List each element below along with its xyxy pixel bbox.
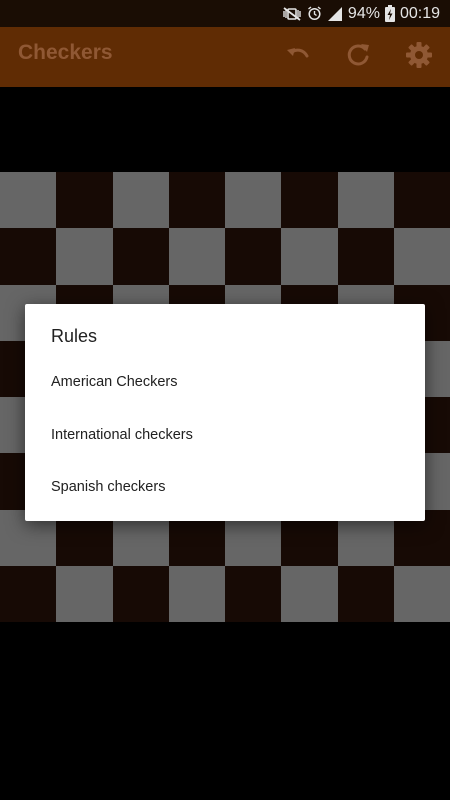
option-international-checkers[interactable]: International checkers xyxy=(25,409,425,461)
option-american-checkers[interactable]: American Checkers xyxy=(25,356,425,408)
dialog-title: Rules xyxy=(51,326,98,346)
rules-dialog: Rules American Checkers International ch… xyxy=(25,304,425,521)
option-spanish-checkers[interactable]: Spanish checkers xyxy=(25,461,425,513)
screen: 94% 00:19 Checkers Rules American Checke… xyxy=(0,0,450,800)
